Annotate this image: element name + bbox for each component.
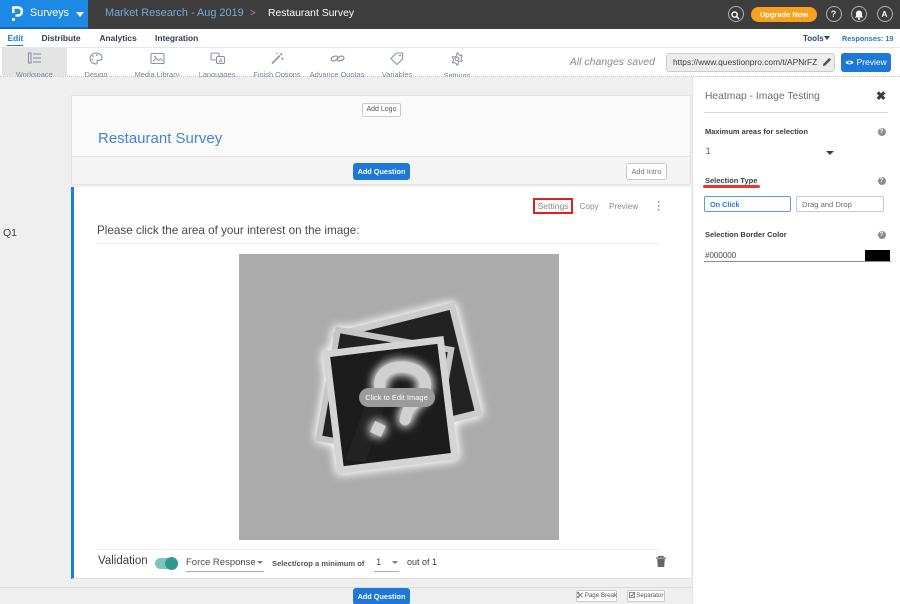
svg-text:A: A xyxy=(218,58,222,64)
